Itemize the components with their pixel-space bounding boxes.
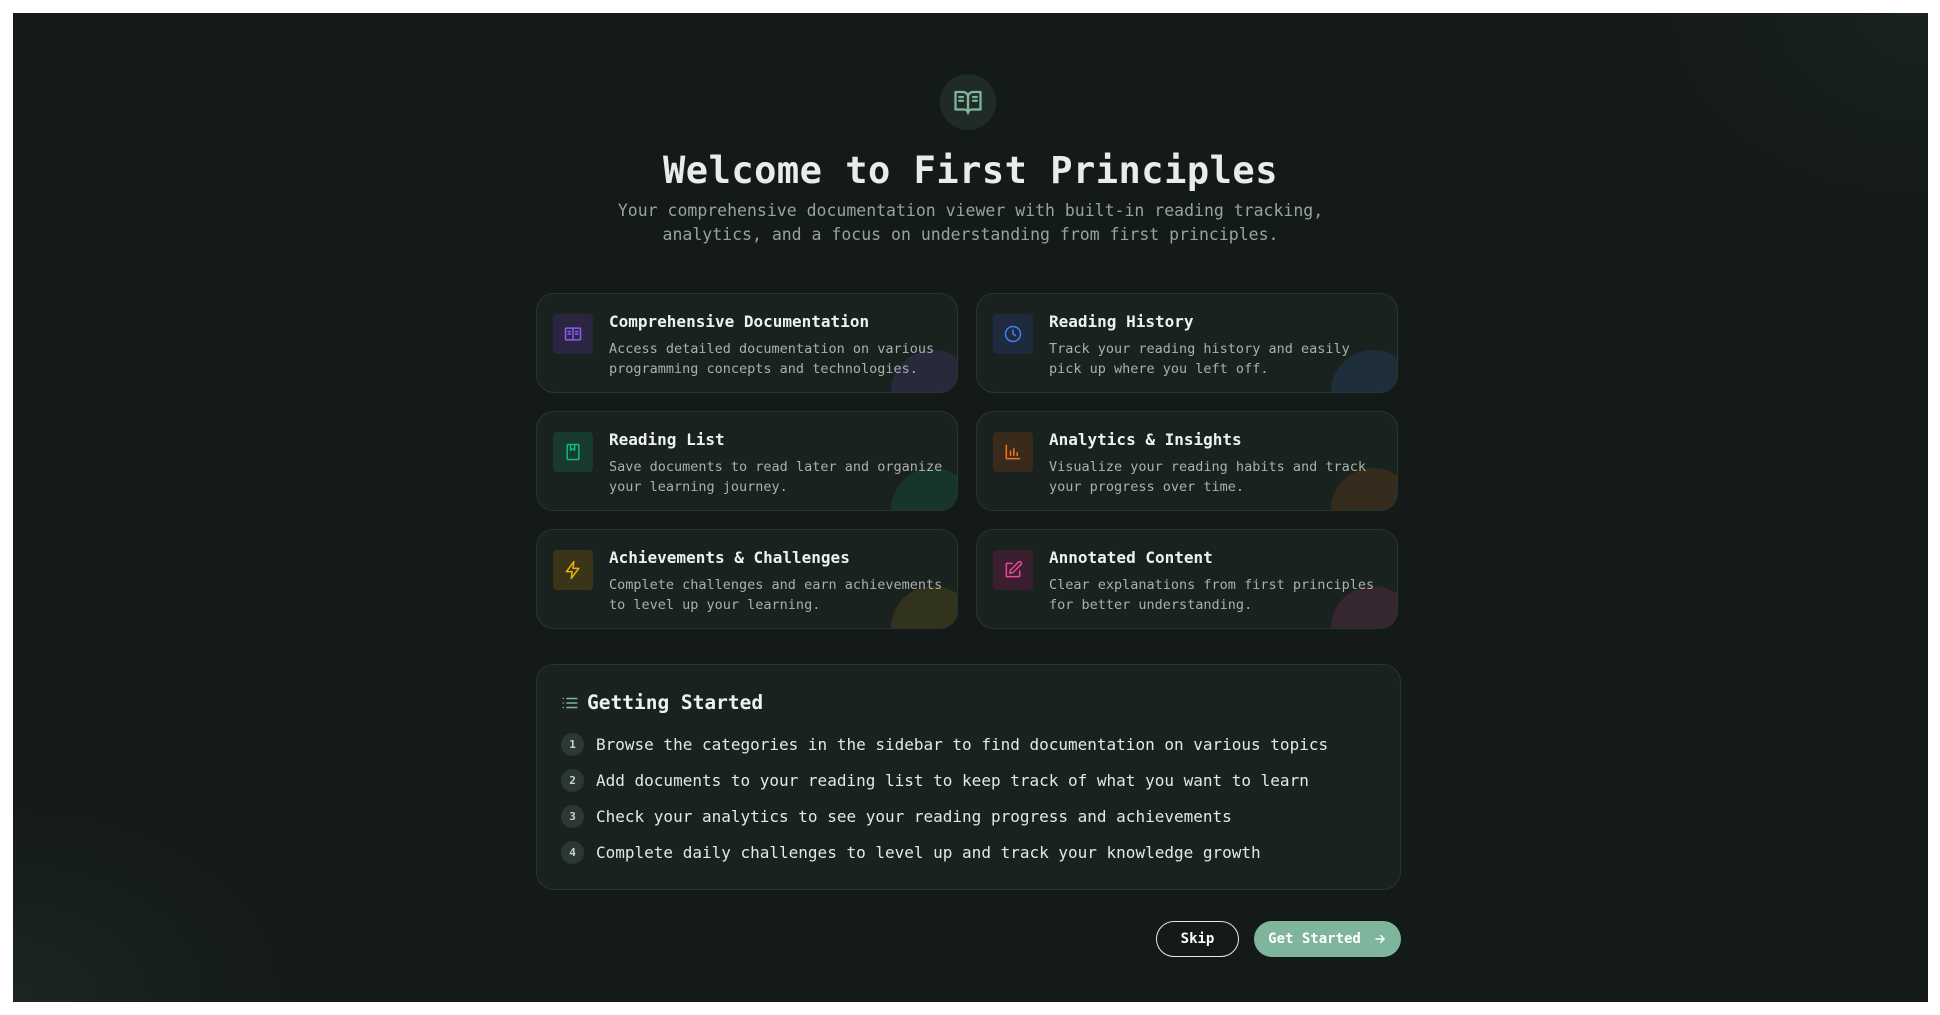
skip-label: Skip bbox=[1180, 931, 1215, 947]
open-book-icon bbox=[954, 90, 982, 115]
list-icon bbox=[562, 697, 578, 708]
feature-title: Reading List bbox=[609, 430, 725, 449]
page-title: Welcome to First Principles bbox=[663, 149, 1278, 192]
feature-icon-box bbox=[993, 432, 1033, 472]
bookmark-icon bbox=[566, 443, 580, 461]
feature-description: Complete challenges and earn achievement… bbox=[609, 577, 943, 613]
bar-chart-icon bbox=[1005, 444, 1021, 460]
feature-title: Achievements & Challenges bbox=[609, 548, 850, 567]
step-item: 3 Check your analytics to see your readi… bbox=[561, 805, 1232, 828]
step-number: 2 bbox=[561, 769, 584, 792]
feature-card-documentation: Comprehensive Documentation Access detai… bbox=[536, 293, 958, 393]
getting-started-header: Getting Started bbox=[561, 691, 763, 714]
book-icon bbox=[564, 327, 582, 341]
clock-icon bbox=[1004, 325, 1022, 343]
welcome-screen: Welcome to First Principles Your compreh… bbox=[13, 13, 1928, 1002]
feature-icon-box bbox=[553, 314, 593, 354]
feature-description: Track your reading history and easily pi… bbox=[1049, 341, 1350, 377]
step-number: 4 bbox=[561, 841, 584, 864]
feature-card-achievements: Achievements & Challenges Complete chall… bbox=[536, 529, 958, 629]
feature-icon-box bbox=[553, 550, 593, 590]
step-item: 1 Browse the categories in the sidebar t… bbox=[561, 733, 1328, 756]
step-number: 3 bbox=[561, 805, 584, 828]
feature-card-reading-history: Reading History Track your reading histo… bbox=[976, 293, 1398, 393]
feature-description: Access detailed documentation on various… bbox=[609, 341, 935, 377]
feature-title: Reading History bbox=[1049, 312, 1194, 331]
step-number: 1 bbox=[561, 733, 584, 756]
feature-description: Clear explanations from first principles… bbox=[1049, 577, 1375, 613]
get-started-button[interactable]: Get Started bbox=[1254, 921, 1401, 957]
lightning-icon bbox=[565, 560, 580, 580]
get-started-label: Get Started bbox=[1268, 931, 1361, 947]
step-text: Check your analytics to see your reading… bbox=[596, 807, 1232, 826]
page-subtitle: Your comprehensive documentation viewer … bbox=[617, 201, 1324, 244]
feature-icon-box bbox=[993, 314, 1033, 354]
edit-icon bbox=[1005, 560, 1023, 578]
feature-title: Annotated Content bbox=[1049, 548, 1213, 567]
getting-started-panel: Getting Started 1 Browse the categories … bbox=[536, 664, 1401, 890]
step-item: 4 Complete daily challenges to level up … bbox=[561, 841, 1261, 864]
skip-button[interactable]: Skip bbox=[1156, 921, 1239, 957]
arrow-right-icon bbox=[1373, 932, 1387, 946]
feature-description: Save documents to read later and organiz… bbox=[609, 459, 943, 495]
step-text: Add documents to your reading list to ke… bbox=[596, 771, 1309, 790]
feature-title: Analytics & Insights bbox=[1049, 430, 1242, 449]
step-item: 2 Add documents to your reading list to … bbox=[561, 769, 1309, 792]
feature-icon-box bbox=[553, 432, 593, 472]
feature-title: Comprehensive Documentation bbox=[609, 312, 870, 331]
feature-card-analytics: Analytics & Insights Visualize your read… bbox=[976, 411, 1398, 511]
getting-started-title: Getting Started bbox=[587, 691, 764, 714]
logo-badge bbox=[940, 74, 996, 130]
feature-card-reading-list: Reading List Save documents to read late… bbox=[536, 411, 958, 511]
feature-description: Visualize your reading habits and track … bbox=[1049, 459, 1366, 495]
feature-card-annotated: Annotated Content Clear explanations fro… bbox=[976, 529, 1398, 629]
step-text: Browse the categories in the sidebar to … bbox=[596, 735, 1329, 754]
step-text: Complete daily challenges to level up an… bbox=[596, 843, 1261, 862]
feature-icon-box bbox=[993, 550, 1033, 590]
